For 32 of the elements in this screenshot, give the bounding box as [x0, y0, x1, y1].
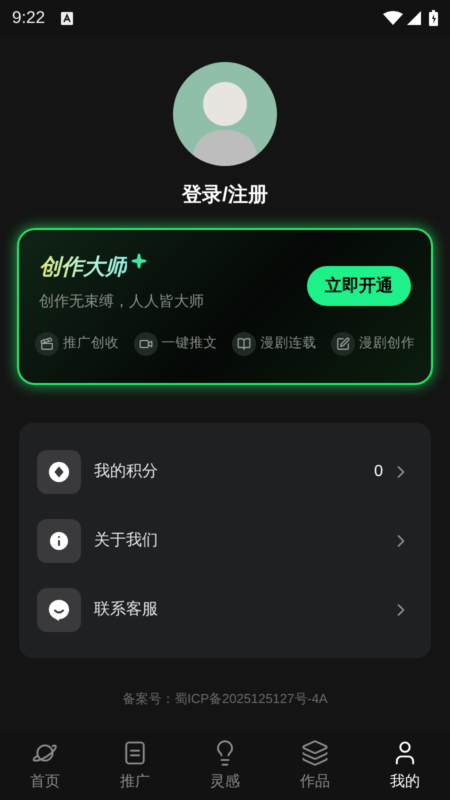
feature-label[interactable]: 漫剧创作 — [358, 333, 415, 354]
edit-icon — [336, 336, 350, 350]
feature-label[interactable]: 推广创收 — [63, 333, 119, 354]
battery-icon — [429, 10, 438, 26]
menu-item[interactable]: 我的积分 0 — [19, 437, 431, 506]
nav-tab[interactable]: 我的 — [360, 732, 450, 800]
menu-label: 联系客服 — [94, 600, 159, 620]
chat-bubble-icon — [48, 598, 70, 620]
login-register-link[interactable]: 登录/注册 — [182, 180, 268, 210]
coin-icon — [48, 460, 70, 482]
activate-button[interactable]: 立即开通 — [307, 266, 411, 306]
signal-icon — [407, 11, 421, 25]
feature-label[interactable]: 一键推文 — [162, 333, 218, 354]
nav-tab[interactable]: 灵感 — [180, 732, 270, 800]
points-value: 0 — [374, 462, 383, 482]
keyboard-a-icon — [61, 12, 74, 24]
status-time: 9:22 — [12, 7, 46, 30]
sparkle-icon — [131, 252, 147, 268]
menu-label: 我的积分 — [94, 462, 159, 482]
wifi-icon — [383, 11, 403, 25]
menu-item[interactable]: 关于我们 — [19, 506, 431, 575]
menu-item[interactable]: 联系客服 — [19, 575, 431, 644]
icp-number: 备案号：蜀ICP备2025125127号-4A — [122, 690, 328, 708]
feature-label[interactable]: 漫剧连载 — [260, 333, 316, 354]
card-subtitle: 创作无束缚，人人皆大师 — [39, 292, 205, 312]
menu-label: 关于我们 — [94, 530, 159, 550]
nav-tab[interactable]: 首页 — [0, 732, 90, 800]
nav-tab[interactable]: 推广 — [90, 732, 180, 800]
layers-icon — [301, 738, 329, 767]
nav-tab[interactable]: 作品 — [270, 732, 360, 800]
book-icon — [237, 336, 252, 350]
clapper-icon — [40, 336, 54, 350]
